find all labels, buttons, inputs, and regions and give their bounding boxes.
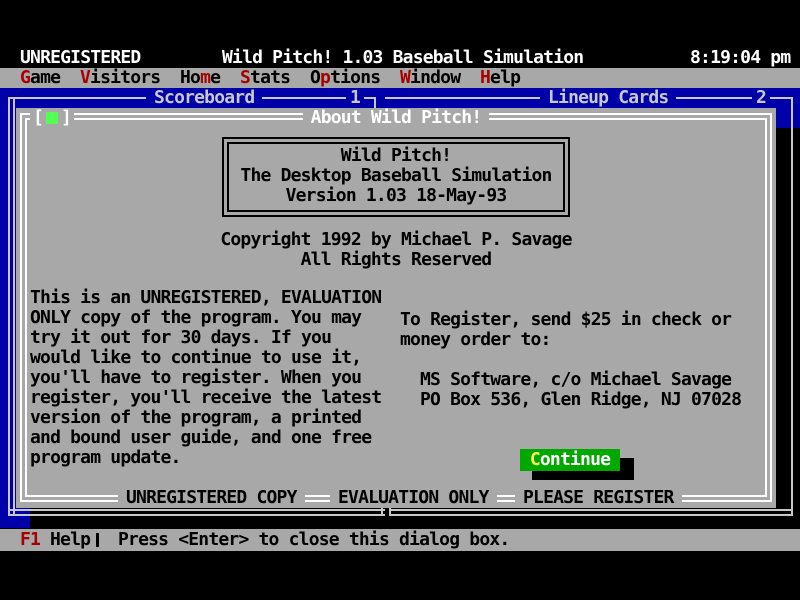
scoreboard-window-title[interactable]: Scoreboard [146, 88, 262, 108]
close-icon [46, 112, 58, 124]
menu-window[interactable]: Window [400, 68, 460, 88]
footer-unregistered: UNREGISTERED COPY [118, 488, 305, 508]
status-bar: F1 Help Press <Enter> to close this dial… [0, 529, 800, 551]
register-line: money order to: [400, 330, 770, 350]
dialog-shadow-right [776, 128, 800, 508]
body-line: try it out for 30 days. If you [30, 328, 410, 348]
copyright-block: Copyright 1992 by Michael P. Savage All … [16, 230, 776, 270]
body-line: would like to continue to use it, [30, 348, 410, 368]
register-instructions: To Register, send $25 in check or money … [400, 310, 770, 350]
about-box-inner: Wild Pitch! The Desktop Baseball Simulat… [227, 142, 565, 212]
clock: 8:19:04 pm [690, 48, 790, 68]
lineup-bottom-border-inner [389, 514, 793, 516]
f1-key-label[interactable]: Help [50, 529, 90, 551]
menu-help[interactable]: Help [480, 68, 520, 88]
scoreboard-window-number: 1 [346, 88, 364, 108]
evaluation-text: This is an UNREGISTERED, EVALUATION ONLY… [30, 288, 410, 468]
lineup-right-border [791, 98, 793, 516]
dos-screen: UNREGISTERED Wild Pitch! 1.03 Baseball S… [0, 0, 800, 600]
rights-line: All Rights Reserved [16, 250, 776, 270]
lineup-bottom-border [389, 509, 793, 511]
f1-key-hint[interactable]: F1 [20, 529, 40, 551]
body-line: and bound user guide, and one free [30, 428, 410, 448]
lineup-window-number: 2 [752, 88, 770, 108]
scoreboard-left-border-inner [13, 98, 15, 516]
about-dialog: [] About Wild Pitch! Wild Pitch! The Des… [16, 108, 776, 508]
menu-bar: Game Visitors Home Stats Options Window … [0, 68, 800, 88]
address-line: MS Software, c/o Michael Savage [420, 370, 790, 390]
product-tagline: The Desktop Baseball Simulation [229, 166, 563, 186]
about-box: Wild Pitch! The Desktop Baseball Simulat… [222, 137, 570, 217]
scoreboard-bottom-border-inner [8, 514, 385, 516]
product-version: Version 1.03 18-May-93 [229, 186, 563, 206]
titlebar: UNREGISTERED Wild Pitch! 1.03 Baseball S… [0, 48, 800, 68]
body-line: program update. [30, 448, 410, 468]
footer-evaluation: EVALUATION ONLY [330, 488, 497, 508]
body-line: This is an UNREGISTERED, EVALUATION [30, 288, 410, 308]
address-line: PO Box 536, Glen Ridge, NJ 07028 [420, 390, 790, 410]
menu-visitors[interactable]: Visitors [80, 68, 160, 88]
dialog-title: About Wild Pitch! [303, 108, 490, 128]
body-line: you'll have to register. When you [30, 368, 410, 388]
footer-register: PLEASE REGISTER [515, 488, 682, 508]
scoreboard-bottom-border [8, 509, 385, 511]
scoreboard-left-border [8, 98, 10, 516]
register-line: To Register, send $25 in check or [400, 310, 770, 330]
menu-game[interactable]: Game [20, 68, 60, 88]
lineup-bottom-left-corner [389, 508, 391, 516]
copyright-line: Copyright 1992 by Michael P. Savage [16, 230, 776, 250]
status-separator [96, 533, 99, 547]
menu-options[interactable]: Options [310, 68, 380, 88]
close-button[interactable]: [] [30, 108, 74, 128]
body-line: register, you'll receive the latest [30, 388, 410, 408]
body-line: version of the program, a printed [30, 408, 410, 428]
body-line: ONLY copy of the program. You may [30, 308, 410, 328]
status-message: Press <Enter> to close this dialog box. [118, 529, 509, 551]
menu-stats[interactable]: Stats [240, 68, 290, 88]
registration-status: UNREGISTERED [20, 48, 140, 68]
menu-home[interactable]: Home [180, 68, 220, 88]
scoreboard-bottom-right-corner [381, 508, 383, 516]
desktop-bottom-left [0, 508, 30, 528]
dialog-shadow-bottom [0, 508, 800, 528]
lineup-window-interior [776, 88, 800, 128]
app-title: Wild Pitch! 1.03 Baseball Simulation [222, 48, 583, 68]
lineup-window-title[interactable]: Lineup Cards [540, 88, 676, 108]
register-address: MS Software, c/o Michael Savage PO Box 5… [420, 370, 790, 410]
continue-button[interactable]: Continue [520, 449, 620, 471]
product-name: Wild Pitch! [229, 146, 563, 166]
